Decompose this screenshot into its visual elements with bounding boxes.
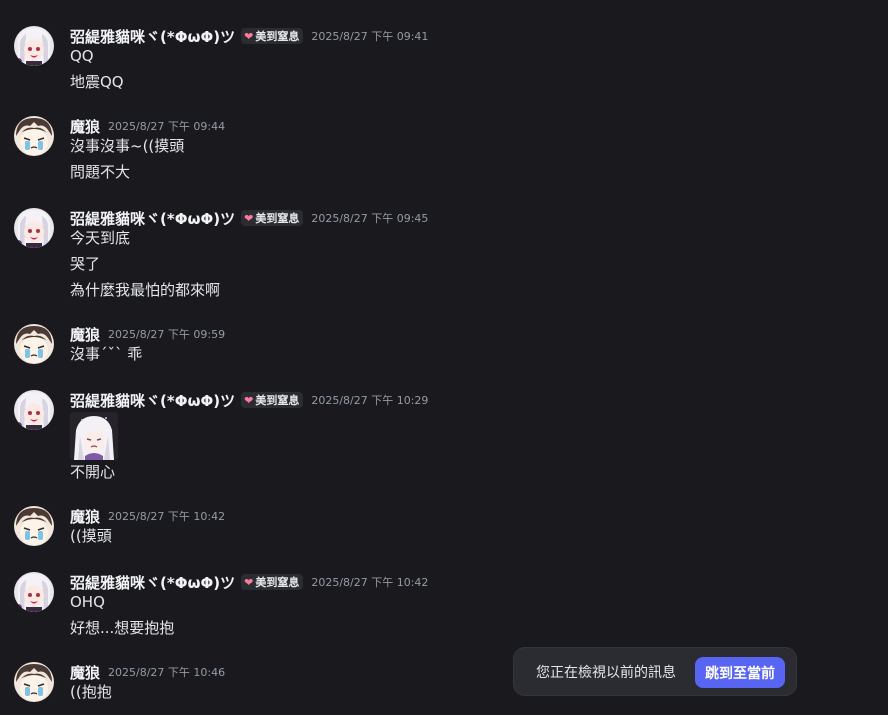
timestamp: 2025/8/27 下午 09:59 — [108, 328, 226, 341]
white-hair-girl-avatar-icon — [14, 390, 54, 430]
viewing-older-messages-bar: 您正在檢視以前的訊息 跳到至當前 — [513, 647, 797, 696]
user-tag[interactable]: ❤ 美到窒息 — [241, 210, 304, 226]
user-avatar[interactable] — [14, 572, 54, 612]
tag-label: 美到窒息 — [255, 576, 300, 589]
white-hair-girl-avatar-icon — [14, 26, 54, 66]
username[interactable]: 魔狼 — [70, 506, 100, 527]
message-header: 魔狼 2025/8/27 下午 09:59 — [70, 324, 225, 344]
user-avatar[interactable] — [14, 324, 54, 364]
message-header: 魔狼 2025/8/27 下午 10:42 — [70, 506, 225, 526]
message-text: 沒事ˊˇˋ 乖 — [70, 345, 143, 363]
timestamp: 2025/8/27 下午 09:44 — [108, 120, 226, 133]
tag-label: 美到窒息 — [255, 30, 300, 43]
username[interactable]: 魔狼 — [70, 324, 100, 345]
tag-label: 美到窒息 — [255, 212, 300, 225]
user-avatar[interactable] — [14, 390, 54, 430]
timestamp: 2025/8/27 下午 10:42 — [311, 576, 429, 589]
white-hair-girl-avatar-icon — [14, 208, 54, 248]
message-text: 好想...想要抱抱 — [70, 619, 175, 637]
message-text: ((抱抱 — [70, 683, 112, 701]
message-header: 弨緹雅貓咪ヾ(*ΦωΦ)ツ ❤ 美到窒息 2025/8/27 下午 10:42 — [70, 572, 428, 592]
message-text: 地震QQ — [70, 73, 124, 91]
username[interactable]: 弨緹雅貓咪ヾ(*ΦωΦ)ツ — [70, 208, 235, 229]
jump-to-present-button[interactable]: 跳到至當前 — [695, 657, 785, 688]
message-text: 為什麼我最怕的都來啊 — [70, 281, 221, 299]
user-tag[interactable]: ❤ 美到窒息 — [241, 574, 304, 590]
message-text: 沒事沒事~((摸頭 — [70, 137, 185, 155]
message-text: 今天到底 — [70, 229, 131, 247]
message-text: 不開心 — [70, 463, 116, 481]
sad-girl-sticker[interactable] — [70, 412, 118, 460]
heart-icon: ❤ — [244, 29, 254, 43]
heart-icon: ❤ — [244, 211, 254, 225]
message-text: QQ — [70, 47, 94, 65]
timestamp: 2025/8/27 下午 10:42 — [108, 510, 226, 523]
username[interactable]: 魔狼 — [70, 116, 100, 137]
user-tag[interactable]: ❤ 美到窒息 — [241, 392, 304, 408]
timestamp: 2025/8/27 下午 10:29 — [311, 394, 429, 407]
crying-boy-avatar-icon — [14, 116, 54, 156]
message-header: 弨緹雅貓咪ヾ(*ΦωΦ)ツ ❤ 美到窒息 2025/8/27 下午 09:45 — [70, 208, 428, 228]
username[interactable]: 弨緹雅貓咪ヾ(*ΦωΦ)ツ — [70, 572, 235, 593]
username[interactable]: 弨緹雅貓咪ヾ(*ΦωΦ)ツ — [70, 390, 235, 411]
timestamp: 2025/8/27 下午 09:41 — [311, 30, 429, 43]
user-avatar[interactable] — [14, 26, 54, 66]
user-avatar[interactable] — [14, 208, 54, 248]
tag-label: 美到窒息 — [255, 394, 300, 407]
message-header: 魔狼 2025/8/27 下午 09:44 — [70, 116, 225, 136]
message-text: ((摸頭 — [70, 527, 112, 545]
sad-girl-sticker-icon — [70, 412, 118, 460]
user-avatar[interactable] — [14, 116, 54, 156]
white-hair-girl-avatar-icon — [14, 572, 54, 612]
crying-boy-avatar-icon — [14, 662, 54, 702]
message-header: 弨緹雅貓咪ヾ(*ΦωΦ)ツ ❤ 美到窒息 2025/8/27 下午 09:41 — [70, 26, 428, 46]
message-header: 弨緹雅貓咪ヾ(*ΦωΦ)ツ ❤ 美到窒息 2025/8/27 下午 10:29 — [70, 390, 428, 410]
message-text: 問題不大 — [70, 163, 131, 181]
user-avatar[interactable] — [14, 506, 54, 546]
crying-boy-avatar-icon — [14, 324, 54, 364]
crying-boy-avatar-icon — [14, 506, 54, 546]
heart-icon: ❤ — [244, 575, 254, 589]
timestamp: 2025/8/27 下午 09:45 — [311, 212, 429, 225]
user-tag[interactable]: ❤ 美到窒息 — [241, 28, 304, 44]
viewing-older-messages-text: 您正在檢視以前的訊息 — [536, 664, 676, 681]
message-text: OHQ — [70, 593, 105, 611]
heart-icon: ❤ — [244, 393, 254, 407]
message-header: 魔狼 2025/8/27 下午 10:46 — [70, 662, 225, 682]
user-avatar[interactable] — [14, 662, 54, 702]
timestamp: 2025/8/27 下午 10:46 — [108, 666, 226, 679]
username[interactable]: 魔狼 — [70, 662, 100, 683]
chat-messages[interactable]: 弨緹雅貓咪ヾ(*ΦωΦ)ツ ❤ 美到窒息 2025/8/27 下午 09:41 Q… — [0, 0, 888, 715]
message-text: 哭了 — [70, 255, 101, 273]
username[interactable]: 弨緹雅貓咪ヾ(*ΦωΦ)ツ — [70, 26, 235, 47]
